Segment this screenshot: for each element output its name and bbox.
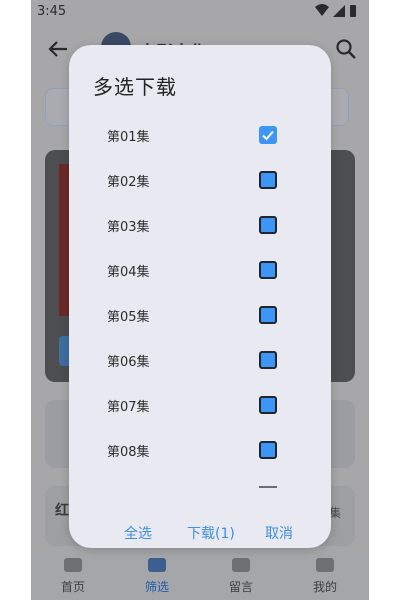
episode-row[interactable]: 第01集 [69,112,331,157]
status-icons [315,4,356,17]
signal-icon [333,5,345,17]
home-icon [64,558,82,572]
background-side-text-left: 红 [55,503,69,519]
episode-label: 第08集 [107,445,150,460]
next-checkbox-peek [259,486,277,488]
dialog-title: 多选下载 [93,75,177,99]
battery-icon [350,5,356,17]
status-time: 3:45 [37,4,67,19]
checkbox-unchecked[interactable] [259,261,277,279]
profile-icon [316,558,334,572]
filter-icon [148,558,166,572]
search-icon[interactable] [335,38,357,60]
dialog-actions: 全选 下载(1) 取消 [69,523,331,547]
wifi-icon [315,4,329,16]
status-bar: 3:45 [31,0,369,24]
back-arrow-icon[interactable] [47,38,69,60]
episode-label: 第01集 [107,130,150,145]
episode-row[interactable]: 第05集 [69,292,331,337]
download-button[interactable]: 下载(1) [187,523,235,543]
episode-label: 第02集 [107,175,150,190]
nav-message[interactable]: 留言 [221,578,261,595]
episode-label: 第06集 [107,355,150,370]
episode-row[interactable]: 第07集 [69,382,331,427]
episode-label: 第03集 [107,220,150,235]
checkmark-icon [262,130,274,141]
bottom-nav: 首页 筛选 留言 我的 [31,552,369,600]
checkbox-unchecked[interactable] [259,171,277,189]
checkbox-unchecked[interactable] [259,306,277,324]
episode-row[interactable]: 第06集 [69,337,331,382]
nav-profile[interactable]: 我的 [305,578,345,595]
episode-label: 第04集 [107,265,150,280]
cancel-button[interactable]: 取消 [265,523,293,543]
episode-row[interactable]: 第03集 [69,202,331,247]
episode-row[interactable]: 第04集 [69,247,331,292]
episode-row[interactable]: 第02集 [69,157,331,202]
message-icon [232,558,250,572]
checkbox-checked[interactable] [259,126,277,144]
select-all-button[interactable]: 全选 [124,523,152,543]
multi-download-dialog: 多选下载 第01集第02集第03集第04集第05集第06集第07集第08集 全选… [69,45,331,548]
nav-home[interactable]: 首页 [53,578,93,595]
episode-row[interactable]: 第08集 [69,427,331,472]
episode-label: 第05集 [107,310,150,325]
nav-filter[interactable]: 筛选 [137,578,177,595]
episode-list[interactable]: 第01集第02集第03集第04集第05集第06集第07集第08集 [69,112,331,492]
episode-label: 第07集 [107,400,150,415]
checkbox-unchecked[interactable] [259,396,277,414]
checkbox-unchecked[interactable] [259,441,277,459]
checkbox-unchecked[interactable] [259,216,277,234]
checkbox-unchecked[interactable] [259,351,277,369]
